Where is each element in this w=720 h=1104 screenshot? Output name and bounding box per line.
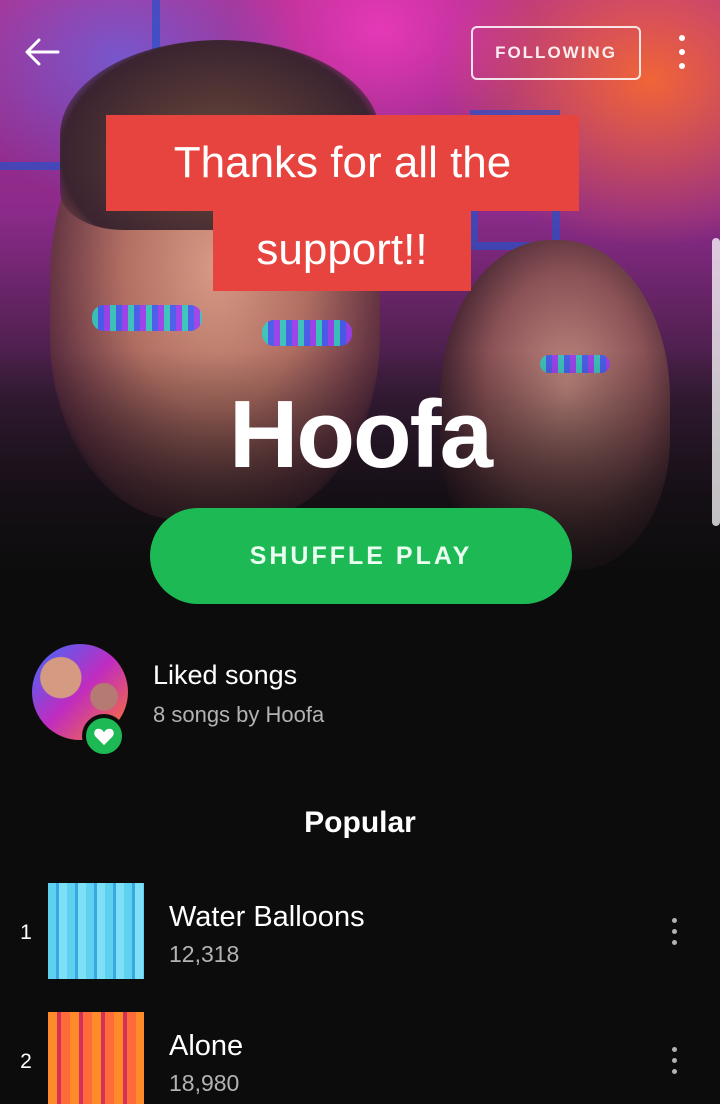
- album-art: [48, 1012, 144, 1104]
- shuffle-play-button[interactable]: SHUFFLE PLAY: [150, 508, 572, 604]
- back-button[interactable]: [20, 32, 64, 72]
- more-vertical-icon-dot: [679, 49, 685, 55]
- track-number: 2: [20, 1050, 32, 1073]
- arrow-left-icon: [25, 38, 60, 66]
- more-vertical-icon: [679, 35, 685, 41]
- track-row[interactable]: 2 Alone 18,980: [0, 1012, 720, 1104]
- more-options-button[interactable]: [664, 28, 700, 76]
- track-more-button[interactable]: [656, 1038, 692, 1082]
- more-vertical-icon-dot: [671, 1068, 677, 1074]
- liked-songs-title: Liked songs: [153, 660, 298, 690]
- more-vertical-icon-dot: [671, 928, 677, 934]
- track-row[interactable]: 1 Water Balloons 12,318: [0, 883, 720, 983]
- liked-badge: [82, 714, 126, 758]
- more-vertical-icon: [671, 1046, 677, 1052]
- scrollbar[interactable]: [712, 238, 720, 526]
- following-button[interactable]: FOLLOWING: [471, 26, 641, 80]
- track-title: Water Balloons: [169, 901, 365, 933]
- heart-icon: [94, 728, 114, 746]
- track-more-button[interactable]: [656, 909, 692, 953]
- popular-heading: Popular: [304, 806, 416, 839]
- artist-name: Hoofa: [229, 381, 493, 488]
- more-vertical-icon-dot: [671, 1057, 677, 1063]
- caption-line-2: support!!: [213, 209, 471, 291]
- track-play-count: 12,318: [169, 941, 240, 967]
- more-vertical-icon-dot: [679, 63, 685, 69]
- more-vertical-icon-dot: [671, 939, 677, 945]
- face-glitter: [92, 305, 202, 331]
- face-glitter: [262, 320, 352, 346]
- track-title: Alone: [169, 1030, 244, 1062]
- track-number: 1: [20, 921, 32, 944]
- album-art: [48, 883, 144, 979]
- more-vertical-icon: [671, 917, 677, 923]
- caption-line-1: Thanks for all the: [106, 115, 579, 211]
- track-play-count: 18,980: [169, 1070, 240, 1096]
- liked-songs-subtitle: 8 songs by Hoofa: [153, 702, 325, 727]
- liked-songs-row[interactable]: Liked songs 8 songs by Hoofa: [32, 644, 592, 758]
